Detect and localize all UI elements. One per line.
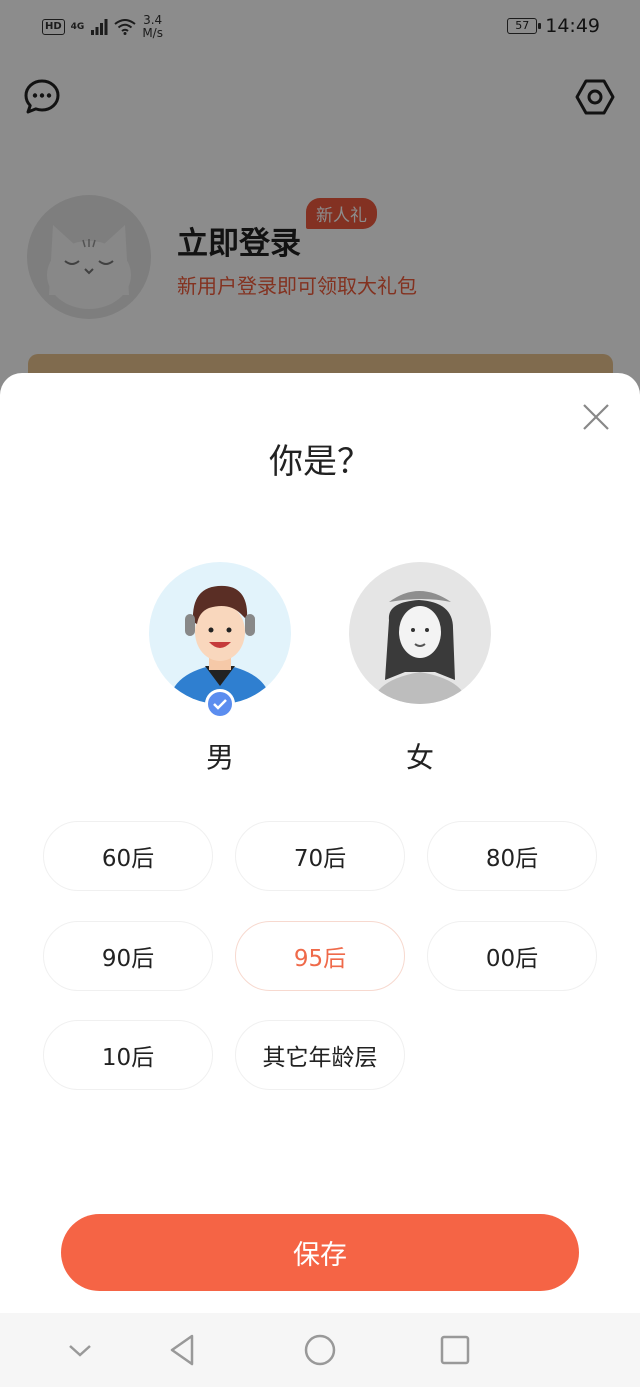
gender-label-male[interactable]: 男 bbox=[149, 736, 291, 776]
male-avatar-icon bbox=[169, 585, 271, 704]
nav-back-icon[interactable] bbox=[161, 1328, 205, 1372]
gender-option-female[interactable] bbox=[349, 562, 491, 704]
save-button[interactable]: 保存 bbox=[61, 1214, 579, 1291]
nav-home-icon[interactable] bbox=[298, 1328, 342, 1372]
age-option-90s[interactable]: 90后 bbox=[43, 921, 213, 991]
navigation-bar bbox=[0, 1313, 640, 1387]
check-icon bbox=[213, 699, 227, 710]
age-option-60s[interactable]: 60后 bbox=[43, 821, 213, 891]
age-option-95s[interactable]: 95后 bbox=[235, 921, 405, 991]
nav-collapse-icon[interactable] bbox=[58, 1328, 102, 1372]
female-avatar-icon bbox=[373, 591, 467, 704]
sheet-title: 你是？ bbox=[269, 442, 371, 482]
age-option-other[interactable]: 其它年龄层 bbox=[235, 1020, 405, 1090]
selected-check-badge bbox=[205, 689, 235, 719]
close-icon[interactable] bbox=[578, 399, 614, 435]
age-option-00s[interactable]: 00后 bbox=[427, 921, 597, 991]
dim-overlay[interactable] bbox=[0, 0, 640, 420]
age-option-10s[interactable]: 10后 bbox=[43, 1020, 213, 1090]
gender-label-female[interactable]: 女 bbox=[349, 736, 491, 776]
gender-option-male[interactable] bbox=[149, 562, 291, 704]
age-option-70s[interactable]: 70后 bbox=[235, 821, 405, 891]
age-option-80s[interactable]: 80后 bbox=[427, 821, 597, 891]
nav-recent-icon[interactable] bbox=[433, 1328, 477, 1372]
